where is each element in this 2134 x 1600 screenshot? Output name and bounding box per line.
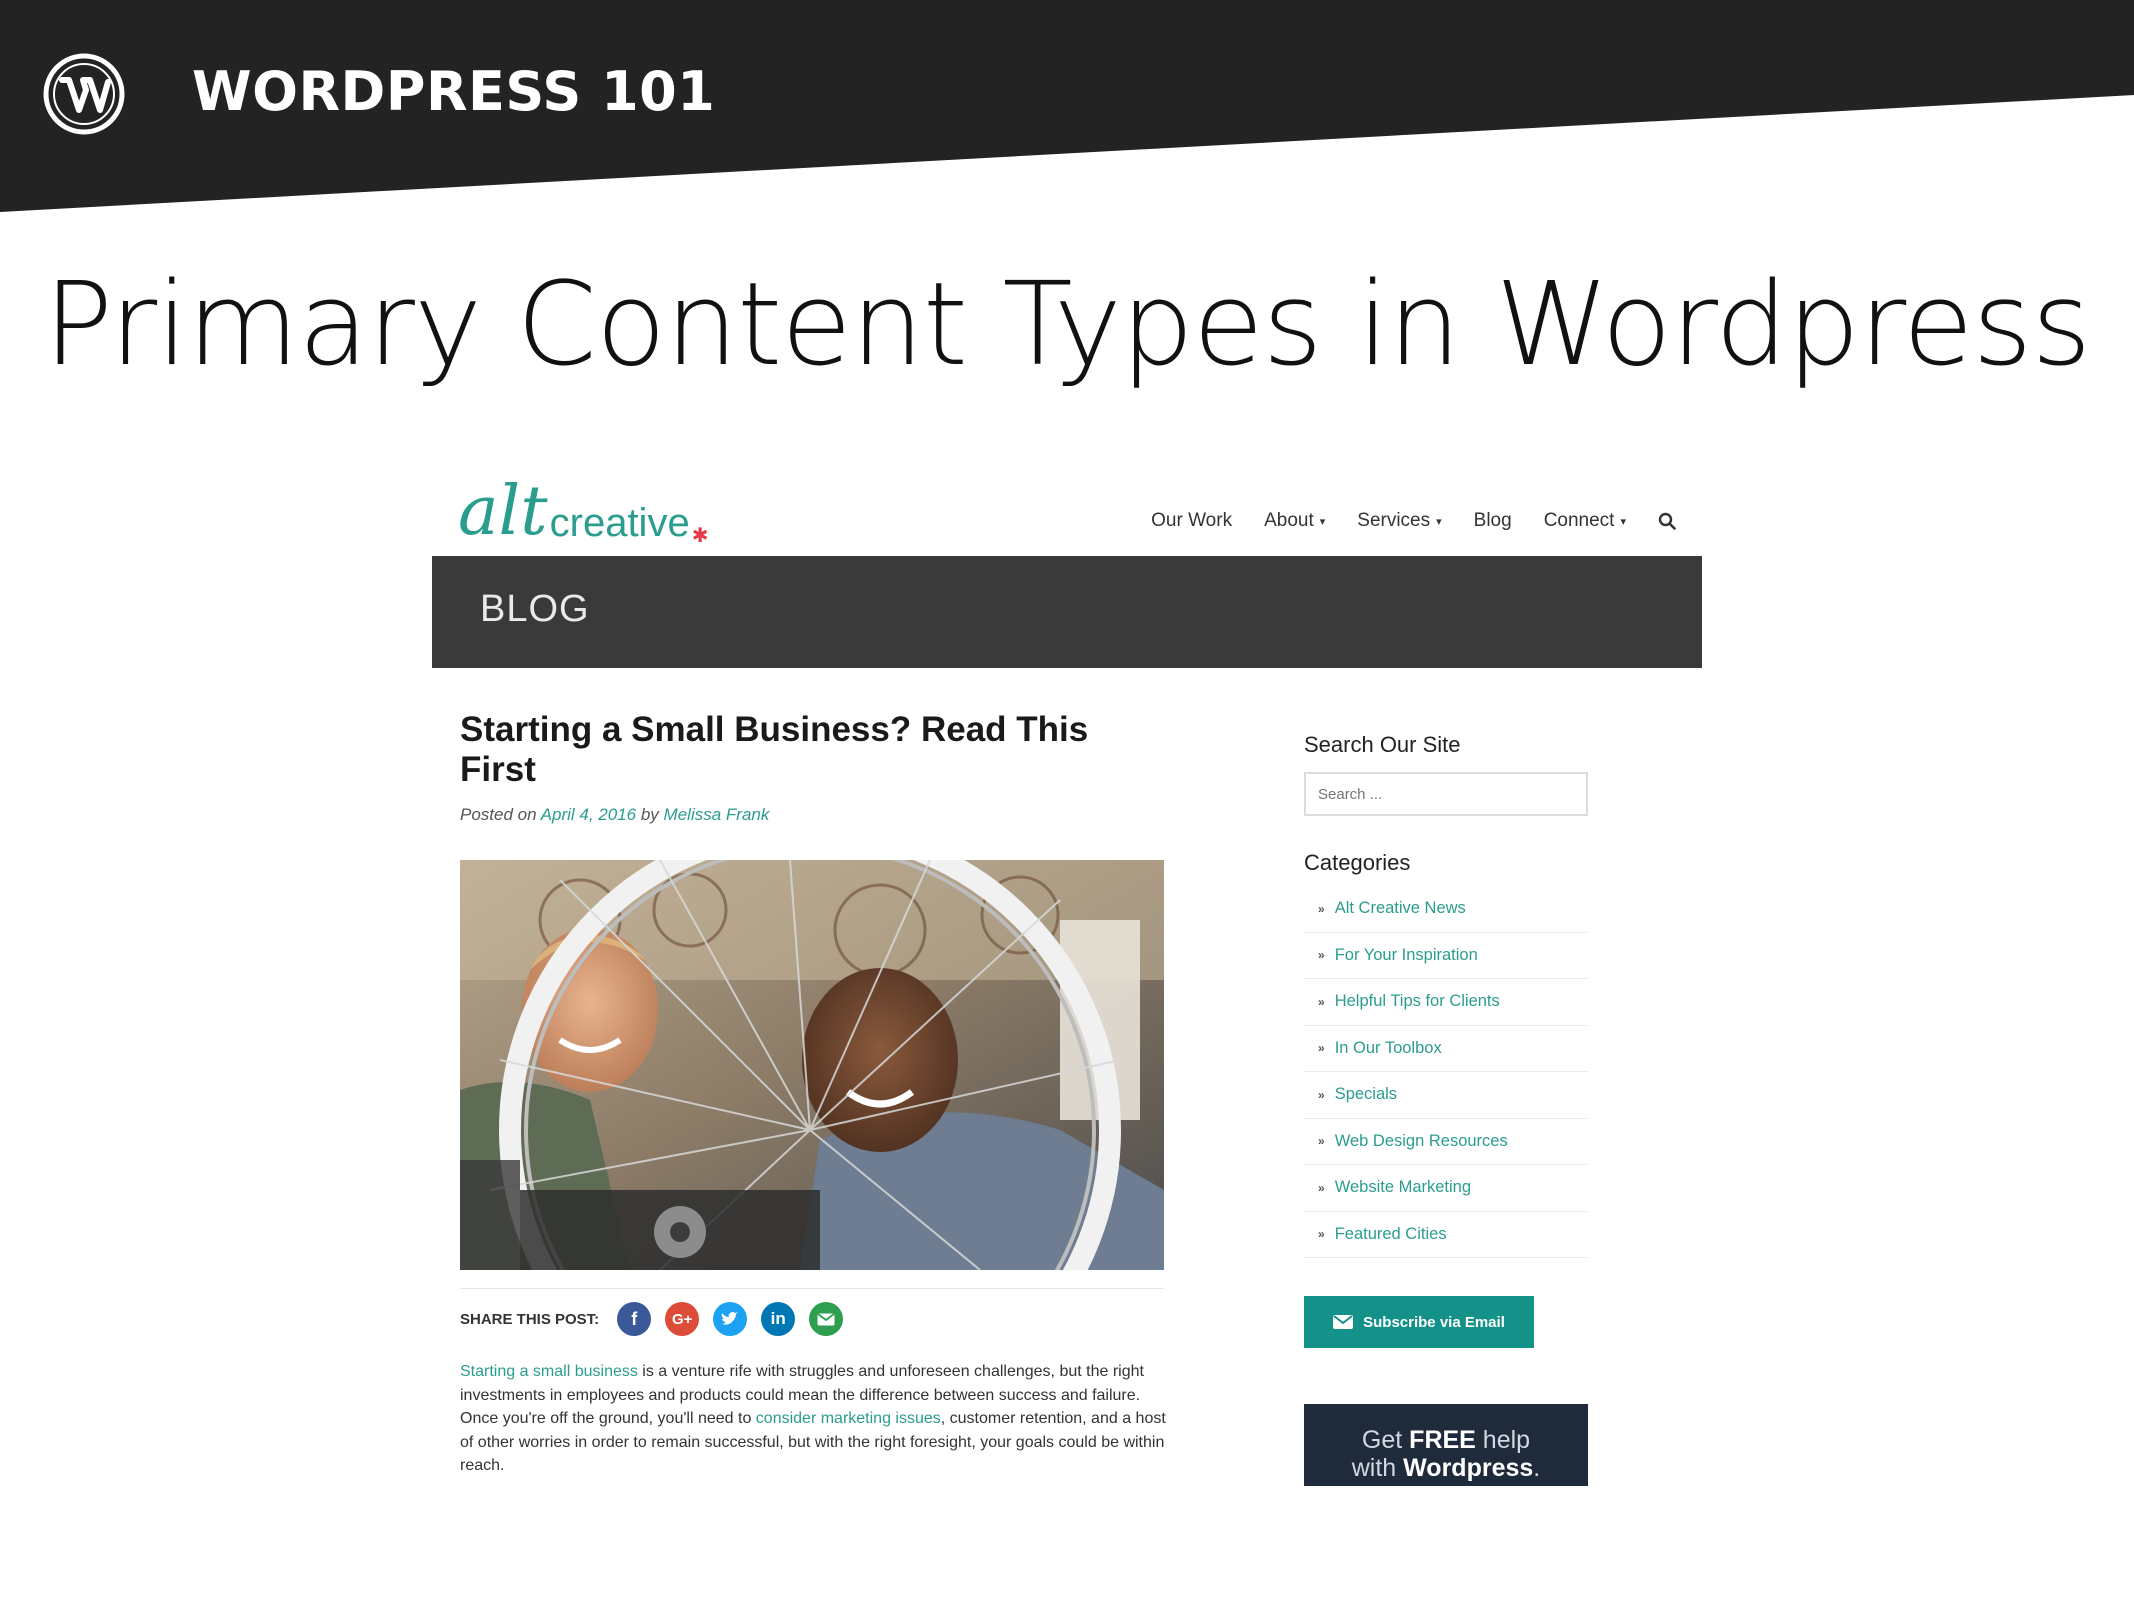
chevron-right-icon: »	[1318, 948, 1325, 963]
category-label: Website Marketing	[1334, 1178, 1472, 1197]
nav-label: Blog	[1473, 510, 1512, 531]
category-label: Web Design Resources	[1334, 1131, 1508, 1150]
featured-image[interactable]	[460, 860, 1164, 1270]
nav-search-button[interactable]	[1658, 512, 1676, 530]
category-label: Specials	[1334, 1085, 1398, 1104]
nav-item-about[interactable]: About ▾	[1264, 510, 1325, 532]
linkedin-icon[interactable]: in	[761, 1302, 796, 1336]
caret-down-icon: ▾	[1319, 515, 1326, 528]
wordpress-help-promo-banner[interactable]: Get FREE help with Wordpress.	[1304, 1404, 1588, 1486]
subscribe-email-button[interactable]: Subscribe via Email	[1304, 1296, 1534, 1348]
categories-list: » Alt Creative News » For Your Inspiration…	[1304, 886, 1588, 1258]
category-item[interactable]: » Alt Creative News	[1304, 886, 1588, 933]
meta-prefix: Posted on	[460, 805, 537, 824]
envelope-icon	[1333, 1315, 1354, 1329]
post-meta: Posted on April 4, 2016 by Melissa Frank	[460, 805, 769, 825]
meta-by: by	[640, 805, 659, 824]
category-item[interactable]: » Website Marketing	[1304, 1165, 1588, 1212]
chevron-right-icon: »	[1318, 1041, 1325, 1056]
category-label: Helpful Tips for Clients	[1334, 992, 1500, 1011]
subscribe-label: Subscribe via Email	[1363, 1313, 1505, 1331]
category-label: Alt Creative News	[1334, 899, 1466, 918]
website-screenshot: alt creative ✱ Our Work About ▾ Services…	[432, 460, 1702, 1486]
search-heading: Search Our Site	[1304, 732, 1461, 757]
nav-label: Services	[1357, 510, 1431, 531]
share-label: SHARE THIS POST:	[460, 1310, 600, 1328]
page-title: BLOG	[480, 588, 590, 630]
post-title[interactable]: Starting a Small Business? Read This Fir…	[460, 710, 1160, 790]
promo-line-1: Get FREE help	[1361, 1426, 1531, 1454]
caret-down-icon: ▾	[1436, 515, 1442, 528]
category-item[interactable]: » Featured Cities	[1304, 1212, 1588, 1258]
slide-heading: Primary Content Types in Wordpress	[43, 258, 2092, 392]
search-input[interactable]	[1304, 772, 1588, 816]
nav-label: Connect	[1543, 510, 1615, 531]
main-nav: Our Work About ▾ Services ▾ Blog Connect…	[1151, 510, 1676, 532]
nav-label: About	[1264, 510, 1314, 531]
share-divider	[460, 1288, 1164, 1289]
excerpt-link-marketing[interactable]: consider marketing issues	[756, 1410, 941, 1427]
deck-title: WORDPRESS 101	[192, 60, 716, 123]
category-item[interactable]: » In Our Toolbox	[1304, 1026, 1588, 1072]
chevron-right-icon: »	[1318, 1087, 1325, 1102]
excerpt-link-small-business[interactable]: Starting a small business	[460, 1363, 638, 1380]
chevron-right-icon: »	[1318, 994, 1325, 1009]
category-item[interactable]: » Specials	[1304, 1072, 1588, 1119]
chevron-right-icon: »	[1318, 901, 1325, 916]
search-icon	[1658, 512, 1676, 530]
category-label: Featured Cities	[1334, 1224, 1447, 1243]
promo-line-2: with Wordpress.	[1351, 1454, 1541, 1482]
chevron-right-icon: »	[1318, 1180, 1325, 1195]
share-bar: SHARE THIS POST: f G+ in	[460, 1302, 844, 1336]
nav-item-services[interactable]: Services ▾	[1357, 510, 1441, 532]
chevron-right-icon: »	[1318, 1134, 1325, 1149]
google-plus-icon[interactable]: G+	[665, 1302, 700, 1336]
logo-star-icon: ✱	[691, 523, 709, 547]
facebook-icon[interactable]: f	[617, 1302, 652, 1336]
chevron-right-icon: »	[1318, 1227, 1325, 1242]
logo-alt-text: alt	[458, 472, 548, 551]
author-link[interactable]: Melissa Frank	[664, 805, 770, 824]
twitter-icon[interactable]	[713, 1302, 748, 1336]
category-item[interactable]: » Web Design Resources	[1304, 1119, 1588, 1165]
post-excerpt: Starting a small business is a venture r…	[460, 1360, 1170, 1478]
categories-heading: Categories	[1304, 850, 1411, 875]
page-title-bar: BLOG	[432, 556, 1702, 668]
nav-label: Our Work	[1151, 510, 1233, 531]
wordpress-logo-icon	[42, 52, 126, 136]
category-label: For Your Inspiration	[1334, 945, 1478, 964]
logo-creative-text: creative	[549, 501, 690, 545]
nav-item-connect[interactable]: Connect ▾	[1544, 510, 1626, 532]
category-label: In Our Toolbox	[1334, 1038, 1442, 1057]
nav-item-our-work[interactable]: Our Work	[1151, 510, 1232, 532]
category-item[interactable]: » Helpful Tips for Clients	[1304, 979, 1588, 1026]
category-item[interactable]: » For Your Inspiration	[1304, 933, 1588, 979]
nav-item-blog[interactable]: Blog	[1474, 510, 1512, 532]
site-logo[interactable]: alt creative ✱	[458, 470, 708, 550]
caret-down-icon: ▾	[1620, 515, 1626, 528]
post-date-link[interactable]: April 4, 2016	[541, 805, 636, 824]
email-icon[interactable]	[809, 1302, 844, 1336]
